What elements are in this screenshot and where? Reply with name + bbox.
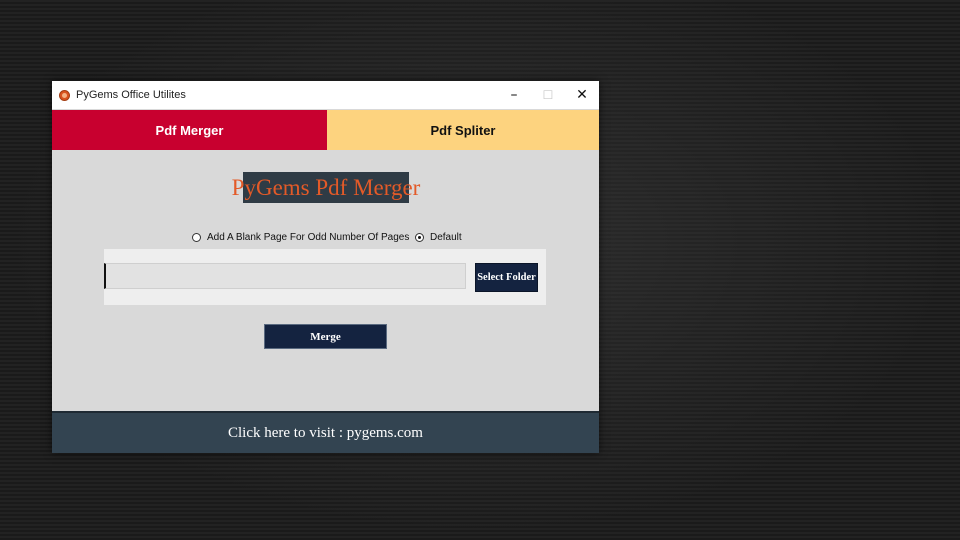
window-title: PyGems Office Utilites [76,89,186,101]
blank-page-option[interactable]: Add A Blank Page For Odd Number Of Pages [192,230,409,244]
tab-pdf-spliter[interactable]: Pdf Spliter [327,110,599,150]
select-folder-button[interactable]: Select Folder [475,263,538,292]
folder-path-input[interactable] [104,263,466,289]
minimize-button[interactable]: – [497,81,531,109]
default-radio[interactable] [415,232,424,242]
app-window: PyGems Office Utilites – ☐ ✕ Pdf Merger … [52,81,599,453]
merge-button[interactable]: Merge [264,324,387,349]
merge-options: Add A Blank Page For Odd Number Of Pages… [52,230,599,244]
blank-page-radio[interactable] [192,232,201,242]
close-button[interactable]: ✕ [565,81,599,109]
tab-bar: Pdf Merger Pdf Spliter [52,110,599,150]
default-option[interactable]: Default [415,230,462,244]
default-option-label: Default [430,231,462,243]
pygems-logo-icon [59,89,70,101]
page-title: PyGems Pdf Merger [232,172,420,203]
footer-link[interactable]: Click here to visit : pygems.com [52,411,599,453]
tab-pdf-merger[interactable]: Pdf Merger [52,110,327,150]
window-controls: – ☐ ✕ [497,81,599,109]
blank-page-option-label: Add A Blank Page For Odd Number Of Pages [207,231,410,243]
maximize-button[interactable]: ☐ [531,81,565,109]
folder-panel: Select Folder [104,249,546,305]
title-bar[interactable]: PyGems Office Utilites – ☐ ✕ [52,81,599,109]
